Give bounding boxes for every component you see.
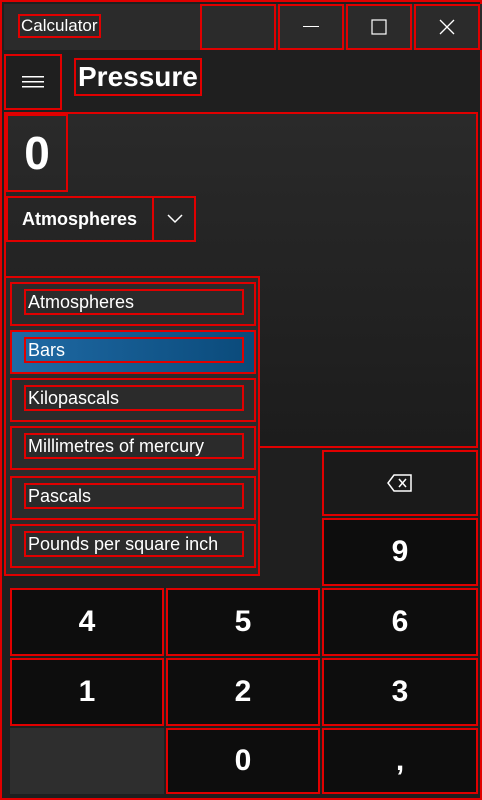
minimize-button[interactable] xyxy=(278,4,344,50)
dropdown-item-kilopascals[interactable]: Kilopascals xyxy=(10,378,256,422)
key-9[interactable]: 9 xyxy=(322,518,478,586)
maximize-button[interactable] xyxy=(346,4,412,50)
dropdown-item-millimetres-of-mercury[interactable]: Millimetres of mercury xyxy=(10,426,256,470)
chevron-down-icon[interactable] xyxy=(152,198,196,240)
backspace-button[interactable] xyxy=(322,450,478,516)
input-value[interactable]: 0 xyxy=(6,114,68,192)
close-icon xyxy=(439,19,455,35)
key-3[interactable]: 3 xyxy=(322,658,478,726)
key-5[interactable]: 5 xyxy=(166,588,320,656)
backspace-icon xyxy=(387,474,412,492)
key-6[interactable]: 6 xyxy=(322,588,478,656)
hamburger-menu-button[interactable] xyxy=(4,54,62,110)
dropdown-item-bars[interactable]: Bars xyxy=(10,330,256,374)
dropdown-item-pounds-per-square-inch[interactable]: Pounds per square inch xyxy=(10,524,256,568)
window-title: Calculator xyxy=(18,14,101,38)
unit-dropdown-list: Atmospheres Bars Kilopascals Millimetres… xyxy=(4,276,260,576)
hamburger-icon xyxy=(22,76,44,88)
key-0[interactable]: 0 xyxy=(166,728,320,794)
key-1[interactable]: 1 xyxy=(10,658,164,726)
key-4[interactable]: 4 xyxy=(10,588,164,656)
key-blank xyxy=(10,728,164,794)
mode-title: Pressure xyxy=(74,58,202,96)
from-unit-label: Atmospheres xyxy=(22,208,138,229)
minimize-icon xyxy=(303,26,319,27)
titlebar-spacer xyxy=(200,4,276,50)
maximize-icon xyxy=(371,19,387,35)
decimal-separator-button[interactable]: , xyxy=(322,728,478,794)
calculator-window: Calculator Pressure 0 Atmospheres Atmosp… xyxy=(0,0,482,800)
dropdown-item-atmospheres[interactable]: Atmospheres xyxy=(10,282,256,326)
close-button[interactable] xyxy=(414,4,480,50)
key-2[interactable]: 2 xyxy=(166,658,320,726)
dropdown-item-pascals[interactable]: Pascals xyxy=(10,476,256,520)
from-unit-selector[interactable]: Atmospheres xyxy=(6,196,196,242)
